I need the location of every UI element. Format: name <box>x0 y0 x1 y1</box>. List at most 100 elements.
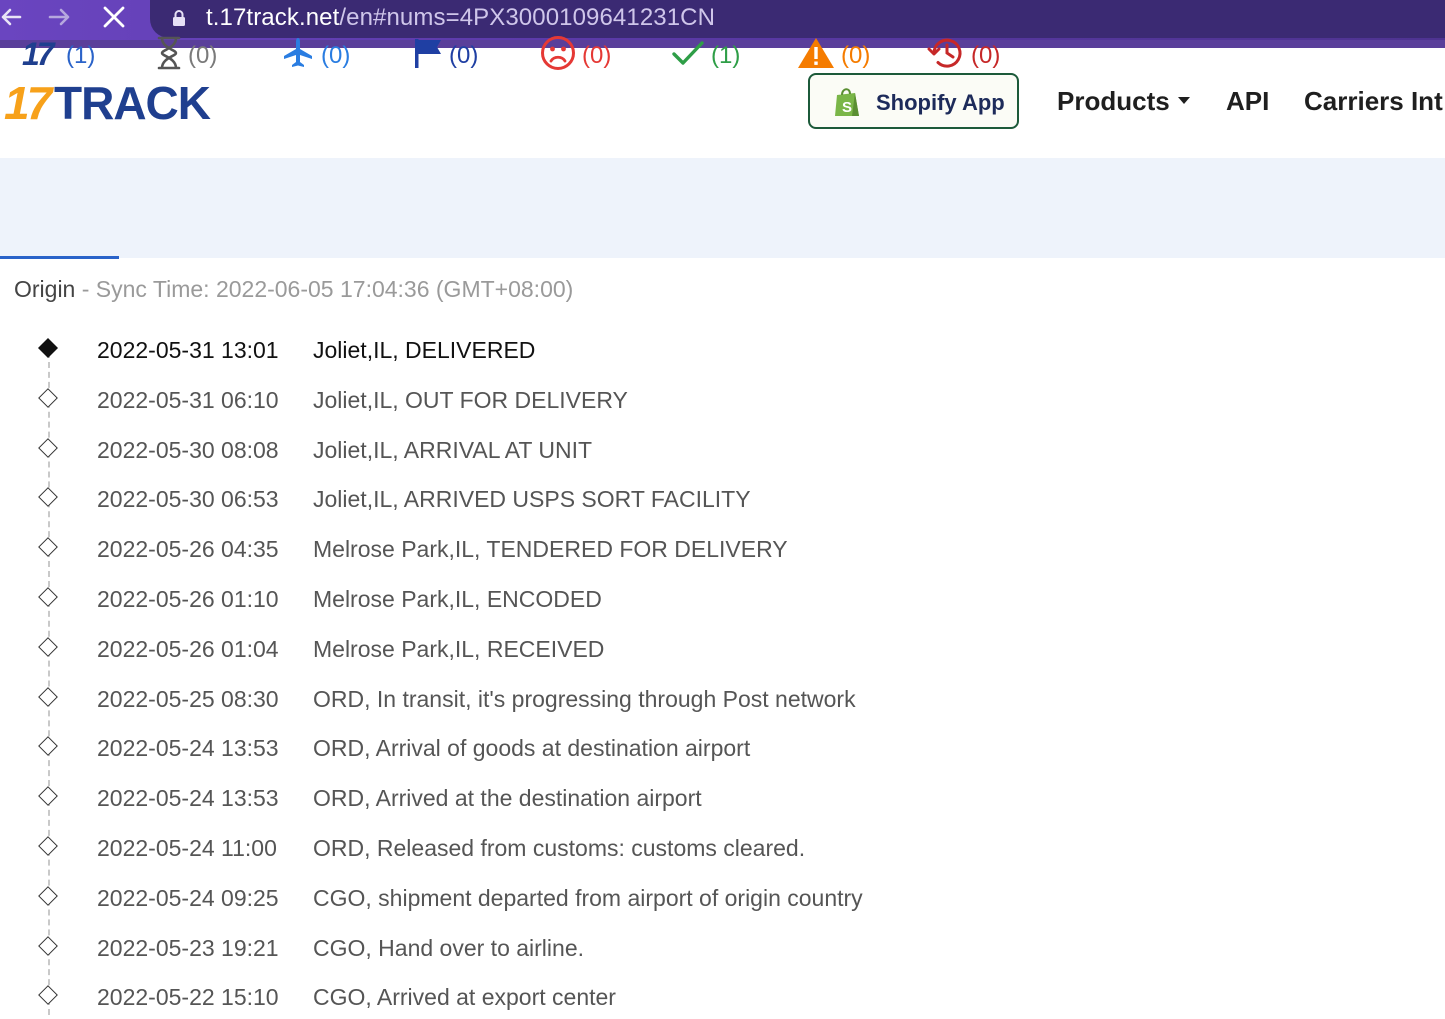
filter-expired-count: (0) <box>971 42 1001 69</box>
tracking-event: 2022-05-23 19:21 CGO, Hand over to airlin… <box>0 930 1445 970</box>
menu-carriers[interactable]: Carriers Int <box>1304 86 1443 117</box>
event-description: Joliet,IL, ARRIVED USPS SORT FACILITY <box>313 486 751 513</box>
event-time: 2022-05-30 06:53 <box>97 486 279 513</box>
diamond-outline-icon <box>38 935 58 956</box>
sync-time: - Sync Time: 2022-06-05 17:04:36 (GMT+08… <box>75 276 574 302</box>
tracking-event: 2022-05-24 13:53 ORD, Arrival of goods at… <box>0 730 1445 770</box>
diamond-outline-icon <box>38 437 58 458</box>
event-time: 2022-05-24 13:53 <box>97 735 279 762</box>
filter-undelivered-count: (0) <box>582 42 612 69</box>
event-time: 2022-05-31 06:10 <box>97 386 279 413</box>
diamond-outline-icon <box>38 985 58 1006</box>
url-host: t.17track.net <box>206 4 340 31</box>
event-description: Melrose Park,IL, TENDERED FOR DELIVERY <box>313 536 788 563</box>
event-description: Joliet,IL, DELIVERED <box>313 337 536 363</box>
event-description: CGO, Hand over to airline. <box>313 934 585 961</box>
event-description: ORD, Arrival of goods at destination air… <box>313 735 751 762</box>
filter-in-transit-count: (0) <box>321 42 351 69</box>
event-time: 2022-05-31 13:01 <box>97 337 279 363</box>
event-time: 2022-05-23 19:21 <box>97 934 279 961</box>
active-filter-indicator <box>0 256 119 259</box>
menu-carriers-label: Carriers Int <box>1304 86 1443 116</box>
arrow-right-icon[interactable] <box>47 2 73 32</box>
diamond-outline-icon <box>38 537 58 558</box>
chevron-down-icon <box>1177 96 1190 104</box>
svg-text:TRACK: TRACK <box>54 80 211 126</box>
event-time: 2022-05-26 01:10 <box>97 586 279 612</box>
event-description: Melrose Park,IL, ENCODED <box>313 586 602 612</box>
diamond-outline-icon <box>38 487 58 508</box>
filter-alert-count: (0) <box>841 42 871 69</box>
diamond-outline-icon <box>38 885 58 906</box>
filter-pending-count: (0) <box>188 42 218 69</box>
menu-api[interactable]: API <box>1226 86 1269 117</box>
shopify-bag-icon: S <box>830 85 864 124</box>
event-description: ORD, Arrived at the destination airport <box>313 785 702 812</box>
event-description: Joliet,IL, OUT FOR DELIVERY <box>313 386 628 413</box>
filter-delivered[interactable]: (1) <box>671 36 740 76</box>
diamond-outline-icon <box>38 736 58 757</box>
event-description: Joliet,IL, ARRIVAL AT UNIT <box>313 436 593 463</box>
event-time: 2022-05-24 09:25 <box>97 884 279 911</box>
diamond-outline-icon <box>38 686 58 707</box>
flag-icon <box>413 36 443 77</box>
tracking-event: 2022-05-22 15:10 CGO, Arrived at export c… <box>0 979 1445 1019</box>
diamond-filled-icon <box>38 338 58 358</box>
tracking-event: 2022-05-31 13:01 Joliet,IL, DELIVERED <box>0 332 1445 372</box>
filter-pending[interactable]: (0) <box>156 36 217 76</box>
diamond-outline-icon <box>38 836 58 856</box>
event-description: CGO, shipment departed from airport of o… <box>313 884 863 911</box>
diamond-outline-icon <box>38 587 58 607</box>
menu-products-label: Products <box>1057 86 1170 116</box>
tracking-event: 2022-05-26 01:04 Melrose Park,IL, RECEIVE… <box>0 631 1445 671</box>
airplane-icon <box>281 36 315 77</box>
event-time: 2022-05-26 04:35 <box>97 536 279 563</box>
url-path: /en#nums=4PX3000109641231CN <box>339 4 716 31</box>
tracking-event: 2022-05-24 13:53 ORD, Arrived at the dest… <box>0 780 1445 820</box>
close-icon[interactable] <box>102 2 126 32</box>
filter-expired[interactable]: (0) <box>927 36 1000 76</box>
menu-products[interactable]: Products <box>1057 86 1190 117</box>
event-time: 2022-05-22 15:10 <box>97 984 279 1011</box>
event-description: ORD, Released from customs: customs clea… <box>313 835 806 861</box>
menu-api-label: API <box>1226 86 1270 116</box>
url-text[interactable]: t.17track.net/en#nums=4PX3000109641231CN <box>206 4 715 32</box>
event-time: 2022-05-24 13:53 <box>97 785 279 812</box>
event-time: 2022-05-24 11:00 <box>97 835 277 861</box>
lock-icon[interactable] <box>172 9 186 27</box>
tracking-event: 2022-05-24 09:25 CGO, shipment departed f… <box>0 880 1445 920</box>
filter-all[interactable]: 17 (1) <box>22 36 95 76</box>
warning-icon <box>797 36 835 77</box>
tracking-event: 2022-05-30 08:08 Joliet,IL, ARRIVAL AT UN… <box>0 432 1445 472</box>
event-description: ORD, In transit, it's progressing throug… <box>313 685 856 712</box>
17track-logo[interactable]: 17 TRACK <box>4 77 219 131</box>
hourglass-icon <box>156 36 182 77</box>
event-time: 2022-05-26 01:04 <box>97 635 279 662</box>
filter-in-transit[interactable]: (0) <box>281 36 350 76</box>
tracking-event: 2022-05-26 01:10 Melrose Park,IL, ENCODED <box>0 581 1445 621</box>
filter-undelivered[interactable]: (0) <box>540 35 612 76</box>
svg-text:17: 17 <box>22 38 57 68</box>
checkmark-icon <box>671 38 705 75</box>
svg-text:17: 17 <box>4 80 55 126</box>
origin-heading: Origin - Sync Time: 2022-06-05 17:04:36 … <box>14 276 573 303</box>
filter-alert[interactable]: (0) <box>797 36 870 76</box>
tracking-event: 2022-05-30 06:53 Joliet,IL, ARRIVED USPS … <box>0 481 1445 521</box>
diamond-outline-icon <box>38 786 58 807</box>
arrow-left-icon[interactable] <box>0 2 22 32</box>
status-filter-bar <box>0 158 1445 258</box>
tracking-event: 2022-05-31 06:10 Joliet,IL, OUT FOR DELIV… <box>0 382 1445 422</box>
event-time: 2022-05-25 08:30 <box>97 685 279 712</box>
tracking-event: 2022-05-26 04:35 Melrose Park,IL, TENDERE… <box>0 531 1445 571</box>
shopify-app-button[interactable]: S Shopify App <box>808 73 1019 129</box>
event-description: Melrose Park,IL, RECEIVED <box>313 635 605 662</box>
svg-text:S: S <box>842 99 852 116</box>
event-time: 2022-05-30 08:08 <box>97 436 279 463</box>
filter-pickup-count: (0) <box>449 42 479 69</box>
filter-pickup[interactable]: (0) <box>413 36 478 76</box>
history-icon <box>927 35 965 78</box>
tracking-event: 2022-05-24 11:00 ORD, Released from custo… <box>0 830 1445 870</box>
origin-label: Origin <box>14 276 76 302</box>
filter-all-count: (1) <box>66 42 96 69</box>
diamond-outline-icon <box>38 636 58 657</box>
